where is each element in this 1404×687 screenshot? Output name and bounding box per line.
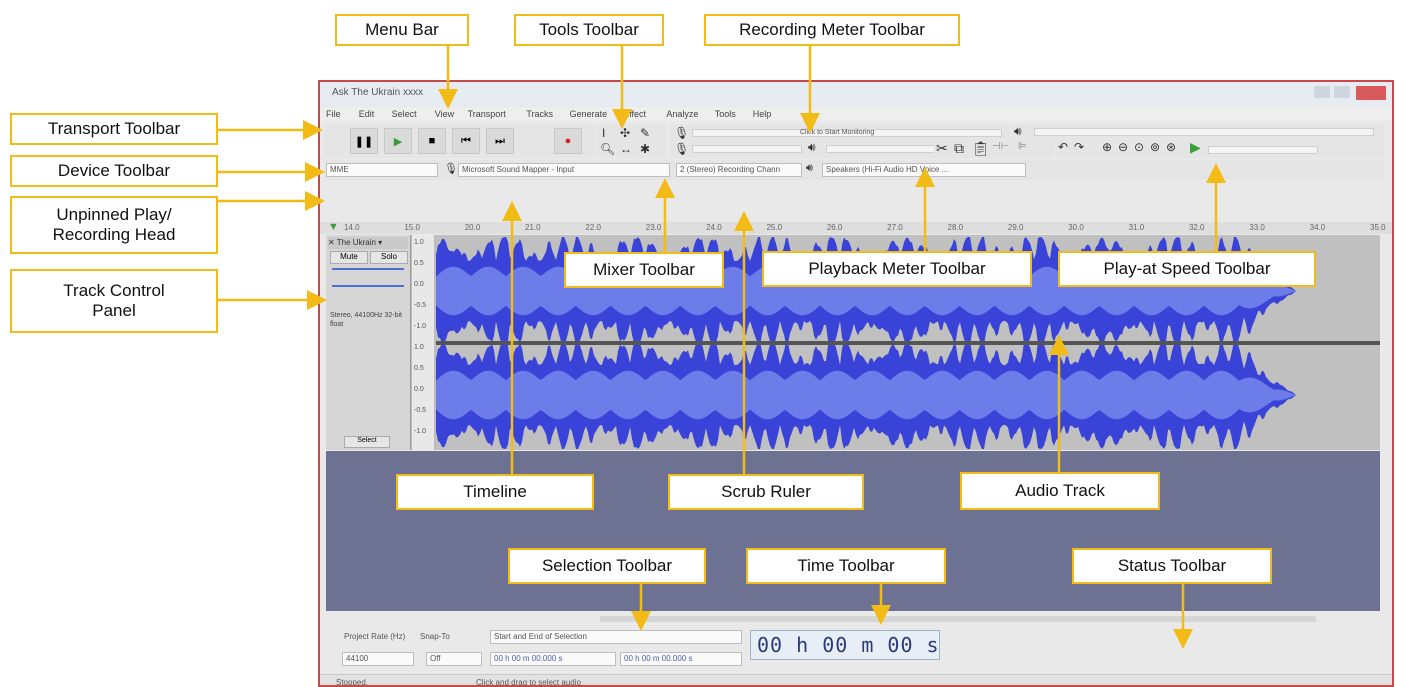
playback-meter-toolbar-callout: Playback Meter Toolbar [762, 251, 1032, 287]
tools-toolbar-callout: Tools Toolbar [514, 14, 664, 46]
status-toolbar-callout: Status Toolbar [1072, 548, 1272, 584]
recording-meter-toolbar-callout: Recording Meter Toolbar [704, 14, 960, 46]
menu-bar-callout: Menu Bar [335, 14, 469, 46]
time-toolbar-callout: Time Toolbar [746, 548, 946, 584]
scrub-ruler-callout: Scrub Ruler [668, 474, 864, 510]
transport-toolbar-callout: Transport Toolbar [10, 113, 218, 145]
track-control-panel-callout: Track Control Panel [10, 269, 218, 333]
timeline-callout: Timeline [396, 474, 594, 510]
device-toolbar-callout: Device Toolbar [10, 155, 218, 187]
unpinned-head-callout: Unpinned Play/ Recording Head [10, 196, 218, 254]
mixer-toolbar-callout: Mixer Toolbar [564, 252, 724, 288]
play-at-speed-toolbar-callout: Play-at Speed Toolbar [1058, 251, 1316, 287]
audio-track-callout: Audio Track [960, 472, 1160, 510]
selection-toolbar-callout: Selection Toolbar [508, 548, 706, 584]
